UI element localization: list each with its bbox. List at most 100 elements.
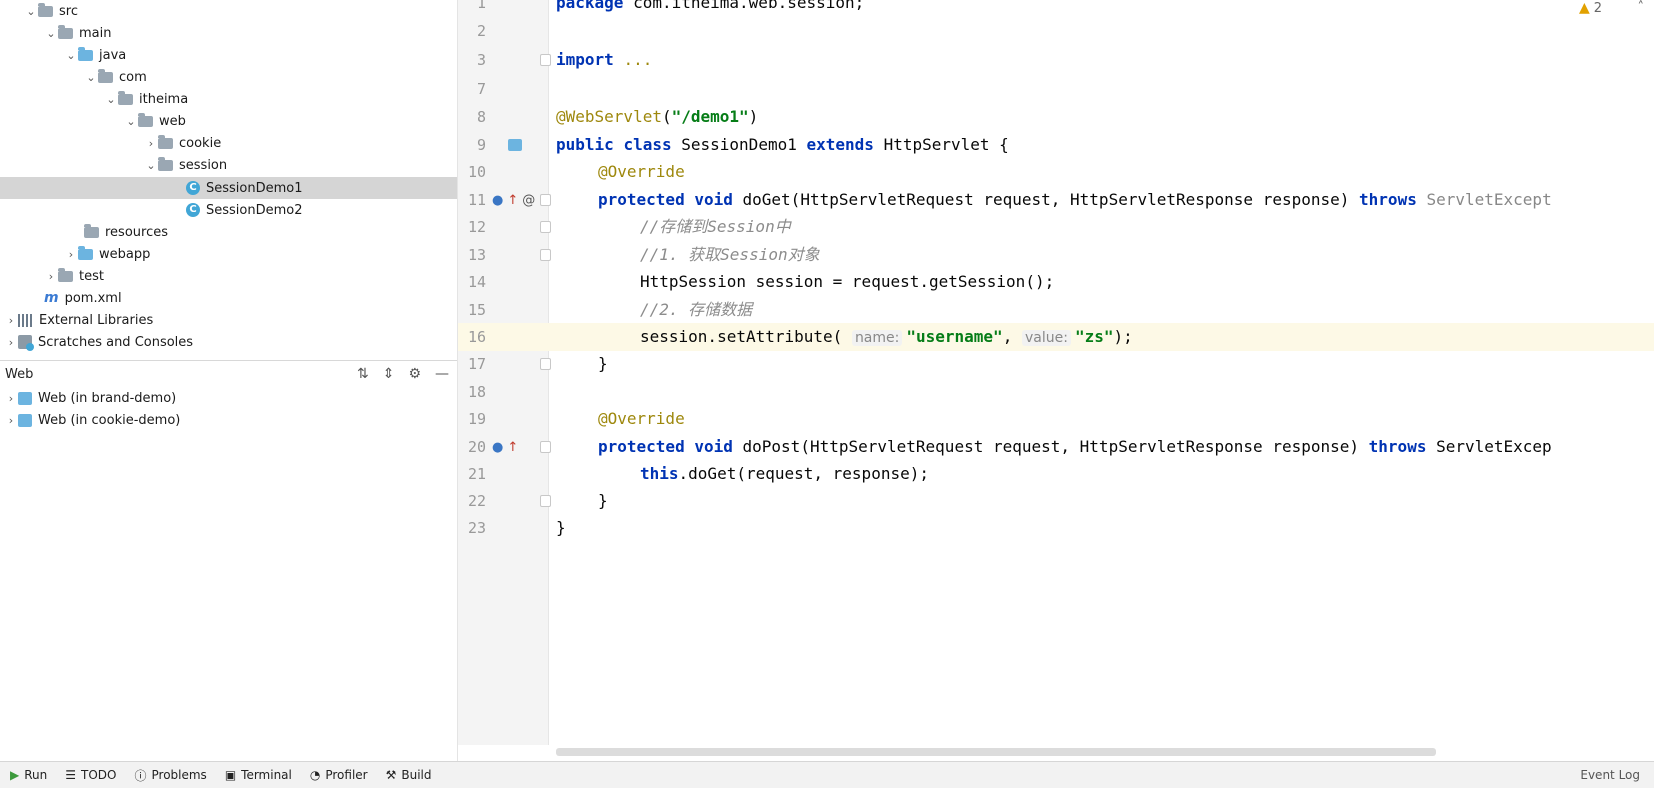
tree-item-src[interactable]: ⌄ src: [0, 0, 457, 22]
tab-problems[interactable]: ⓘ Problems: [134, 767, 206, 784]
fold-icon[interactable]: [540, 358, 551, 370]
package-icon: [138, 112, 153, 127]
tab-profiler[interactable]: ◔ Profiler: [310, 768, 368, 782]
horizontal-scrollbar[interactable]: [556, 748, 1436, 756]
chevron-right-icon[interactable]: ›: [4, 392, 18, 405]
tree-item-scratches[interactable]: › Scratches and Consoles: [0, 331, 457, 353]
web-folder-icon: [78, 245, 93, 260]
tree-item-cookie[interactable]: › cookie: [0, 132, 457, 154]
at-icon[interactable]: @: [522, 193, 535, 208]
override-icon[interactable]: ●: [492, 193, 503, 208]
arrow-up-icon[interactable]: ↑: [507, 193, 518, 208]
tree-item-resources[interactable]: resources: [0, 221, 457, 243]
tree-item-webapp[interactable]: › webapp: [0, 243, 457, 265]
fold-icon[interactable]: [540, 194, 551, 206]
hide-icon[interactable]: —: [435, 366, 449, 382]
code-line: 1 package com.itheima.web.session;: [476, 0, 865, 12]
code-line: 12 //存储到Session中: [467, 217, 791, 236]
terminal-icon: ▣: [224, 768, 237, 782]
tree-item-web[interactable]: ⌄ web: [0, 110, 457, 132]
code-line: 3 import ...: [476, 50, 653, 69]
chevron-right-icon[interactable]: ›: [44, 270, 58, 283]
web-module-icon: [18, 391, 32, 405]
tab-build[interactable]: ⚒ Build: [386, 768, 432, 782]
code-line: 10 @Override: [467, 162, 685, 181]
tab-run[interactable]: ▶ Run: [10, 768, 47, 782]
fold-icon[interactable]: [540, 54, 551, 66]
chevron-right-icon[interactable]: ›: [4, 336, 18, 349]
folder-icon: [58, 267, 73, 282]
tree-item-test[interactable]: › test: [0, 265, 457, 287]
chevron-down-icon[interactable]: ⌄: [64, 49, 78, 62]
fold-icon[interactable]: [540, 221, 551, 233]
tree-item-sessiondemo2[interactable]: C SessionDemo2: [0, 199, 457, 221]
code-line: 15 //2. 存储数据: [467, 300, 753, 319]
profiler-icon: ◔: [309, 768, 321, 782]
arrow-up-icon[interactable]: ↑: [507, 440, 518, 455]
tree-item-pom[interactable]: m pom.xml: [0, 287, 457, 309]
tree-item-sessiondemo1[interactable]: C SessionDemo1: [0, 177, 457, 199]
tree-item-external-libraries[interactable]: › External Libraries: [0, 309, 457, 331]
source-folder-icon: [78, 46, 93, 61]
java-class-icon: C: [186, 203, 200, 217]
web-item-cookie-demo[interactable]: › Web (in cookie-demo): [0, 409, 457, 431]
code-line: 20 ● ↑ protected void doPost(HttpServletR…: [467, 437, 1552, 456]
tab-terminal[interactable]: ▣ Terminal: [225, 768, 292, 782]
package-icon: [158, 156, 173, 171]
gear-icon[interactable]: ⚙: [408, 366, 421, 382]
libraries-icon: [18, 313, 33, 327]
bottom-tool-bar: ▶ Run ☰ TODO ⓘ Problems ▣ Terminal ◔ Pro…: [0, 761, 1654, 788]
package-icon: [98, 68, 113, 83]
chevron-down-icon[interactable]: ⌄: [84, 71, 98, 84]
collapse-all-icon[interactable]: ⇕: [383, 366, 395, 382]
maven-icon: m: [44, 290, 59, 306]
tree-item-itheima[interactable]: ⌄ itheima: [0, 88, 457, 110]
code-line: 23 }: [467, 518, 566, 537]
code-line: 19 @Override: [467, 409, 685, 428]
web-item-brand-demo[interactable]: › Web (in brand-demo): [0, 387, 457, 409]
code-line: 14 HttpSession session = request.getSess…: [467, 272, 1055, 291]
chevron-down-icon[interactable]: ⌄: [44, 27, 58, 40]
chevron-down-icon[interactable]: ⌄: [24, 5, 38, 18]
web-panel-title: Web: [5, 366, 34, 382]
folder-icon: [38, 2, 53, 17]
package-icon: [158, 134, 173, 149]
chevron-down-icon[interactable]: ⌄: [124, 115, 138, 128]
scratches-icon: [18, 335, 34, 351]
project-tool-window: ⌄ src ⌄ main ⌄ java ⌄ com ⌄ itheima ⌄ we…: [0, 0, 458, 761]
event-log-button[interactable]: Event Log: [1580, 762, 1640, 788]
web-panel-toolbar: ⇅ ⇕ ⚙ —: [357, 361, 449, 387]
chevron-right-icon[interactable]: ›: [4, 414, 18, 427]
tree-item-java[interactable]: ⌄ java: [0, 44, 457, 66]
override-icon[interactable]: ●: [492, 440, 503, 455]
web-module-icon: [18, 413, 32, 427]
java-class-icon: C: [186, 181, 200, 195]
parameter-hint: name:: [851, 330, 903, 346]
folder-icon: [58, 24, 73, 39]
code-line: 8 @WebServlet("/demo1"): [476, 107, 759, 126]
tree-item-session[interactable]: ⌄ session: [0, 154, 457, 176]
fold-icon[interactable]: [540, 441, 551, 453]
chevron-right-icon[interactable]: ›: [64, 248, 78, 261]
chevron-down-icon[interactable]: ⌄: [104, 93, 118, 106]
code-editor[interactable]: ▲ 2 ˄ 1 package com.itheima.web.session;…: [458, 0, 1654, 761]
tab-todo[interactable]: ☰ TODO: [65, 768, 116, 782]
package-icon: [118, 90, 133, 105]
code-line: 18: [467, 383, 486, 401]
chevron-down-icon[interactable]: ⌄: [144, 159, 158, 172]
code-line: 11 ● ↑ @ protected void doGet(HttpServletR…: [467, 190, 1552, 209]
tree-item-main[interactable]: ⌄ main: [0, 22, 457, 44]
code-line-current: 16 session.setAttribute( name: "username"…: [458, 323, 1654, 351]
expand-all-icon[interactable]: ⇅: [357, 366, 369, 382]
build-icon: ⚒: [385, 768, 397, 782]
todo-icon: ☰: [65, 768, 77, 782]
fold-icon[interactable]: [540, 249, 551, 261]
tree-item-com[interactable]: ⌄ com: [0, 66, 457, 88]
problems-icon: ⓘ: [134, 768, 147, 783]
resources-folder-icon: [84, 223, 99, 238]
chevron-right-icon[interactable]: ›: [4, 314, 18, 327]
chevron-right-icon[interactable]: ›: [144, 137, 158, 150]
fold-icon[interactable]: [540, 495, 551, 507]
servlet-gutter-icon[interactable]: [508, 139, 522, 151]
code-line: 2: [476, 22, 486, 40]
